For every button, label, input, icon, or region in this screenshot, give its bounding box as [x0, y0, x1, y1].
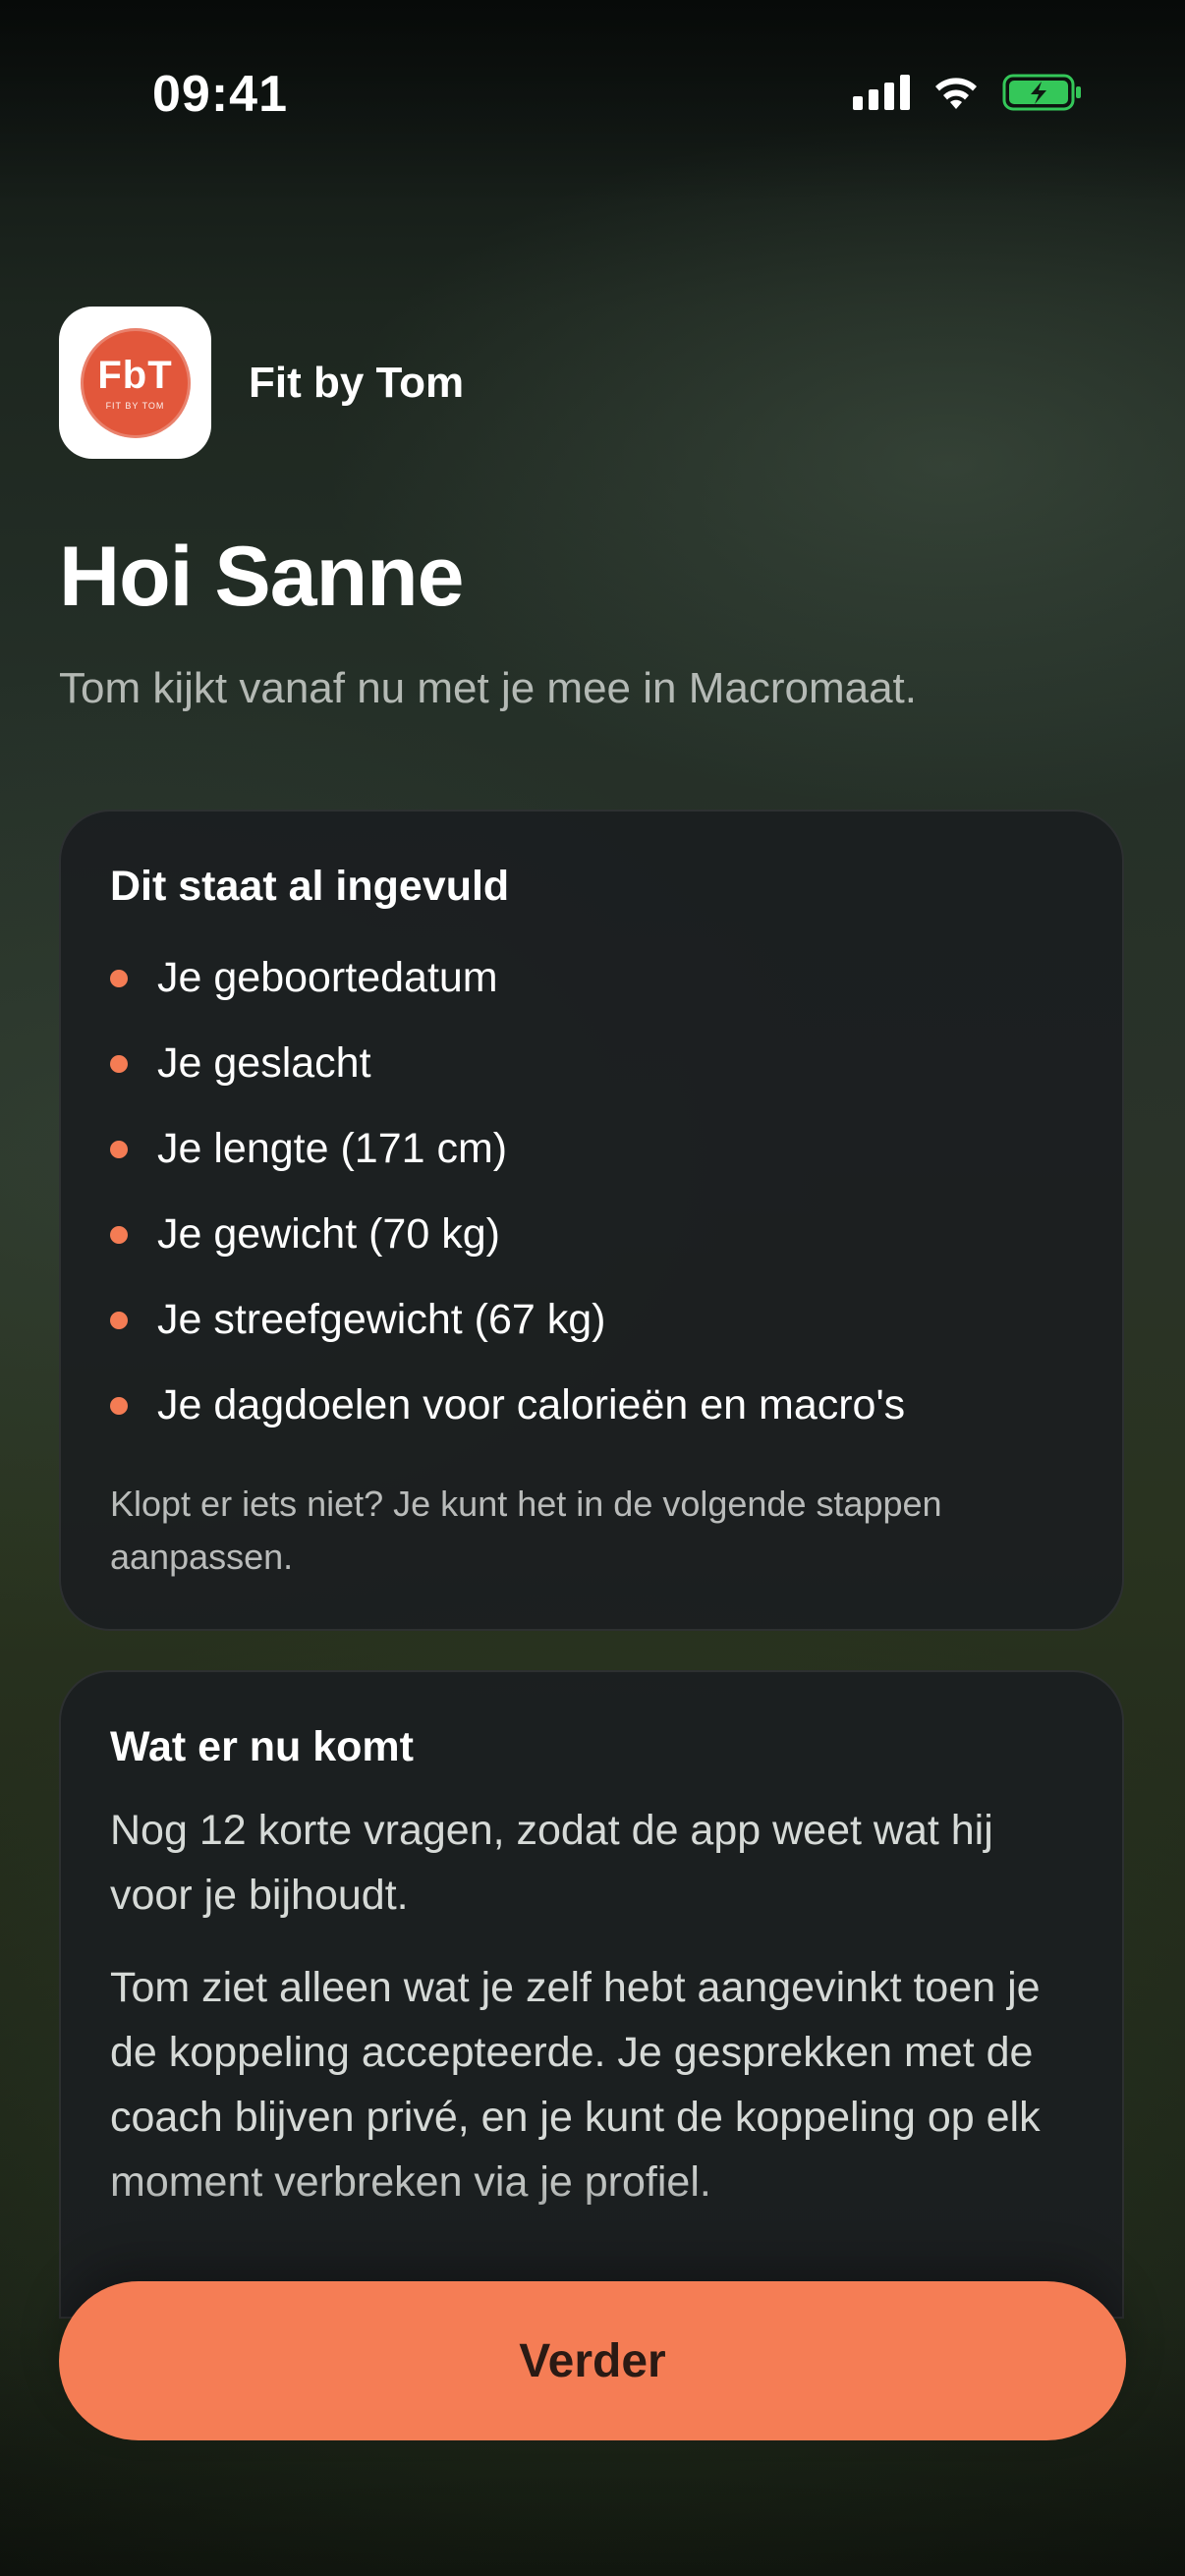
status-bar: 09:41 [0, 0, 1185, 187]
prefilled-list: Je geboortedatum Je geslacht Je lengte (… [110, 935, 1073, 1448]
prefilled-card-title: Dit staat al ingevuld [110, 863, 510, 910]
bullet-dot-icon [110, 1226, 128, 1244]
list-item-label: Je geboortedatum [157, 954, 498, 1001]
list-item: Je dagdoelen voor calorieën en macro's [110, 1363, 1073, 1448]
app-logo-badge: FbT FIT BY TOM [80, 327, 191, 438]
list-item-label: Je gewicht (70 kg) [157, 1210, 500, 1258]
next-steps-card: Wat er nu komt Nog 12 korte vragen, zoda… [59, 1670, 1124, 2319]
list-item: Je geslacht [110, 1021, 1073, 1106]
bullet-dot-icon [110, 970, 128, 987]
next-steps-card-title: Wat er nu komt [110, 1723, 414, 1770]
app-logo-subtext: FIT BY TOM [105, 400, 165, 411]
list-item-label: Je geslacht [157, 1039, 371, 1087]
list-item-label: Je dagdoelen voor calorieën en macro's [157, 1381, 906, 1428]
app-logo: FbT FIT BY TOM [59, 307, 211, 459]
list-item: Je streefgewicht (67 kg) [110, 1277, 1073, 1363]
next-steps-text: Nog 12 korte vragen, zodat de app weet w… [110, 1807, 993, 1919]
list-item-label: Je streefgewicht (67 kg) [157, 1296, 606, 1343]
wifi-icon [931, 74, 981, 111]
prefilled-card: Dit staat al ingevuld Je geboortedatum J… [59, 810, 1124, 1631]
prefilled-card-note: Klopt er iets niet? Je kunt het in de vo… [110, 1484, 942, 1577]
list-item: Je geboortedatum [110, 935, 1073, 1021]
bullet-dot-icon [110, 1312, 128, 1329]
bullet-dot-icon [110, 1055, 128, 1073]
list-item: Je gewicht (70 kg) [110, 1192, 1073, 1277]
cellular-signal-icon [853, 75, 910, 110]
page-title: Hoi Sanne [59, 530, 465, 624]
battery-charging-icon [1002, 73, 1083, 112]
list-item: Je lengte (171 cm) [110, 1106, 1073, 1192]
status-time: 09:41 [152, 66, 288, 123]
app-name: Fit by Tom [249, 358, 465, 407]
bullet-dot-icon [110, 1141, 128, 1158]
page-subtitle: Tom kijkt vanaf nu met je mee in Macroma… [59, 664, 917, 712]
continue-button[interactable]: Verder [59, 2281, 1126, 2440]
privacy-text: Tom ziet alleen wat je zelf hebt aangevi… [110, 1964, 1041, 2206]
status-icons [853, 73, 1083, 112]
bullet-dot-icon [110, 1397, 128, 1415]
app-header: FbT FIT BY TOM Fit by Tom [59, 307, 464, 459]
list-item-label: Je lengte (171 cm) [157, 1125, 508, 1172]
app-logo-text: FbT [97, 353, 173, 397]
